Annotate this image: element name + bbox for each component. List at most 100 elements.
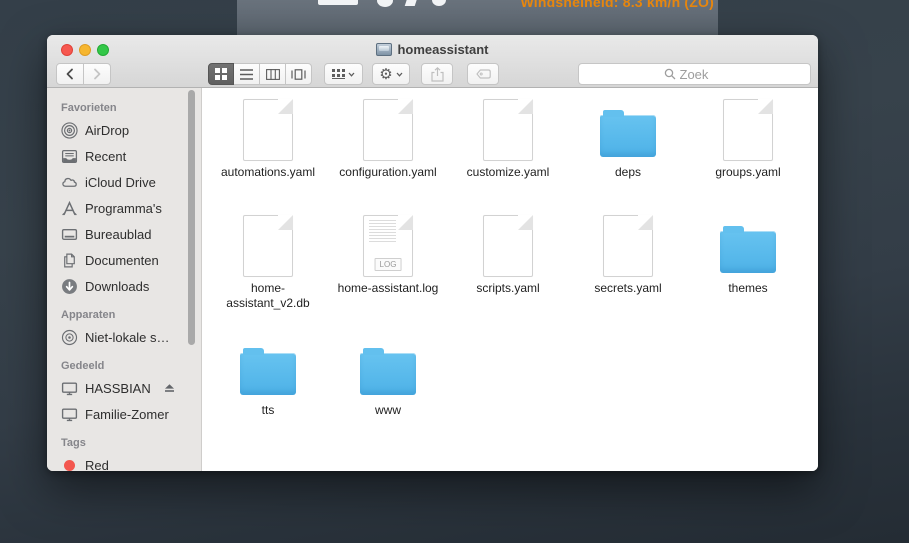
file-label: themes — [728, 281, 768, 295]
folder-icon — [600, 110, 656, 157]
eject-icon[interactable] — [164, 383, 175, 393]
document-icon — [723, 99, 773, 161]
window-title: homeassistant — [397, 41, 489, 57]
folder-item[interactable]: deps — [568, 98, 688, 180]
sidebar-item-label: Programma's — [85, 200, 162, 216]
folder-item[interactable]: themes — [688, 214, 808, 311]
file-item[interactable]: automations.yaml — [208, 98, 328, 180]
search-icon — [664, 68, 675, 80]
coverflow-view-icon — [291, 68, 306, 80]
search-input[interactable] — [679, 66, 726, 82]
sidebar-section-favorites: Favorieten — [61, 102, 117, 114]
sidebar-item-hassbian[interactable]: HASSBIAN — [47, 375, 201, 401]
sidebar-item-recent[interactable]: Recent — [47, 143, 201, 169]
arrange-icon — [332, 69, 345, 79]
sidebar-item-desktop[interactable]: Bureaublad — [47, 221, 201, 247]
document-icon — [243, 99, 293, 161]
file-item[interactable]: LOG home-assistant.log — [328, 214, 448, 311]
search-field[interactable] — [578, 63, 811, 85]
sidebar-item-familie-zomer[interactable]: Familie-Zomer — [47, 401, 201, 427]
red-tag-icon — [61, 457, 78, 472]
sidebar-item-tag-red[interactable]: Red — [47, 452, 201, 471]
sidebar: Favorieten AirDrop Recent iCloud Drive P… — [47, 88, 202, 471]
file-item[interactable]: secrets.yaml — [568, 214, 688, 311]
close-button[interactable] — [61, 44, 73, 56]
sidebar-section-tags: Tags — [61, 437, 86, 449]
icon-view-button[interactable] — [208, 63, 234, 85]
sidebar-item-label: Documenten — [85, 252, 159, 268]
airdrop-icon — [61, 121, 78, 139]
coverflow-view-button[interactable] — [286, 63, 312, 85]
tag-icon — [475, 69, 491, 79]
chevron-right-icon — [94, 68, 101, 80]
traffic-lights — [61, 44, 109, 56]
sidebar-item-icloud-drive[interactable]: iCloud Drive — [47, 169, 201, 195]
share-button[interactable] — [421, 63, 453, 85]
file-label: secrets.yaml — [594, 281, 662, 295]
sidebar-item-applications[interactable]: Programma's — [47, 195, 201, 221]
folder-item[interactable]: tts — [208, 336, 328, 418]
share-icon — [430, 66, 444, 82]
clipped-heading-fragment — [404, 0, 420, 6]
desktop-background: Windsnelheid: 8.3 km/h (ZO) homeassistan… — [0, 0, 909, 543]
view-mode-control — [208, 63, 312, 85]
log-document-icon: LOG — [363, 215, 413, 277]
file-label: home-assistant.log — [337, 281, 439, 295]
file-label: home-assistant_v2.db — [226, 281, 310, 310]
list-view-icon — [240, 68, 253, 80]
folder-item[interactable]: www — [328, 336, 448, 418]
arrange-button[interactable] — [324, 63, 363, 85]
finder-window: homeassistant ⚙ Zoek Favorieten AirDrop … — [47, 35, 818, 471]
sidebar-item-airdrop[interactable]: AirDrop — [47, 117, 201, 143]
column-view-button[interactable] — [260, 63, 286, 85]
file-label: scripts.yaml — [476, 281, 540, 295]
file-label: configuration.yaml — [339, 165, 437, 179]
sidebar-item-downloads[interactable]: Downloads — [47, 273, 201, 299]
zoom-button[interactable] — [97, 44, 109, 56]
gear-icon: ⚙ — [379, 64, 393, 83]
sidebar-section-devices: Apparaten — [61, 309, 116, 321]
document-icon — [483, 215, 533, 277]
chevron-down-icon — [396, 72, 403, 77]
sidebar-item-label: Familie-Zomer — [85, 406, 169, 422]
file-label: deps — [614, 165, 642, 179]
sidebar-item-remote-disc[interactable]: Niet-lokale s… — [47, 324, 201, 350]
folder-icon — [360, 348, 416, 395]
document-icon — [363, 99, 413, 161]
document-icon — [483, 99, 533, 161]
sidebar-item-label: iCloud Drive — [85, 174, 156, 190]
navigation-buttons — [56, 63, 111, 85]
chevron-down-icon — [348, 72, 355, 77]
toolbar: ⚙ — [47, 59, 818, 87]
file-item[interactable]: scripts.yaml — [448, 214, 568, 311]
clipped-heading-fragment — [377, 0, 393, 7]
sidebar-item-label: Recent — [85, 148, 127, 164]
file-item[interactable]: groups.yaml — [688, 98, 808, 180]
chevron-left-icon — [66, 68, 73, 80]
sidebar-item-label: Downloads — [85, 278, 150, 294]
documents-icon — [61, 252, 78, 269]
display-icon — [61, 406, 78, 423]
network-computer-icon — [376, 42, 393, 56]
window-header[interactable]: homeassistant ⚙ Zoek — [47, 35, 818, 88]
back-button[interactable] — [56, 63, 84, 85]
folder-icon — [240, 348, 296, 395]
file-item[interactable]: configuration.yaml — [328, 98, 448, 180]
file-item[interactable]: home-assistant_v2.db — [208, 214, 328, 311]
action-menu-button[interactable]: ⚙ — [372, 63, 410, 85]
desktop-icon — [61, 226, 78, 243]
sidebar-item-label: Niet-lokale s… — [85, 329, 170, 345]
wind-speed-text: Windsnelheid: 8.3 km/h (ZO) — [520, 0, 714, 10]
list-view-button[interactable] — [234, 63, 260, 85]
file-item[interactable]: customize.yaml — [448, 98, 568, 180]
tag-button[interactable] — [467, 63, 499, 85]
forward-button[interactable] — [84, 63, 111, 85]
disc-icon — [61, 329, 78, 346]
file-label: automations.yaml — [220, 165, 316, 179]
sidebar-scrollbar-thumb[interactable] — [188, 90, 195, 345]
minimize-button[interactable] — [79, 44, 91, 56]
sidebar-item-label: HASSBIAN — [85, 380, 151, 396]
file-label: groups.yaml — [715, 165, 781, 179]
file-browser-area[interactable]: automations.yaml configuration.yaml cust… — [202, 88, 818, 471]
sidebar-item-documents[interactable]: Documenten — [47, 247, 201, 273]
